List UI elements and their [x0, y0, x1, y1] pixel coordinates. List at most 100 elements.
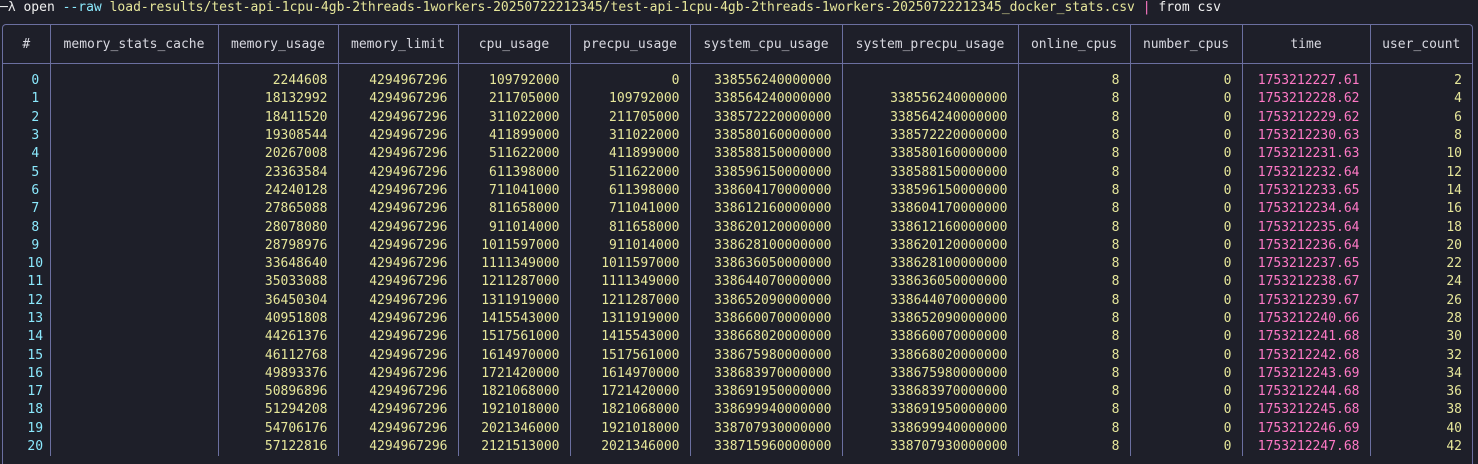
- table-cell-time: 1753212243.69: [1242, 364, 1371, 384]
- table-cell-online_cpus: 8: [1018, 273, 1131, 292]
- table-row: 0 2244608 4294967296 109792000 0 338556240000…: [3, 72, 1472, 91]
- command-flag: --raw: [62, 0, 102, 15]
- table-cell-precpu_usage: 1721420000: [570, 383, 691, 402]
- table-cell-system_cpu_usage: 338580160000000: [690, 126, 843, 146]
- table-cell-number_cpus: 0: [1130, 309, 1243, 329]
- table-cell-number_cpus: 0: [1130, 364, 1243, 384]
- table-cell-online_cpus: 8: [1018, 291, 1131, 310]
- table-cell-memory_usage: 54706176: [218, 419, 339, 438]
- command-line[interactable]: ─λ open --raw load-results/test-api-1cpu…: [0, 0, 1221, 17]
- table-cell-system_precpu_usage: 338556240000000: [842, 90, 1019, 109]
- table-cell-index: 13: [3, 309, 51, 329]
- table-cell-memory_usage: 50896896: [218, 383, 339, 402]
- table-cell-system_cpu_usage: 338588150000000: [690, 145, 843, 164]
- spacer-cell: [842, 63, 1019, 72]
- table-cell-memory_stats_cache: [50, 401, 219, 420]
- table-cell-user_count: 16: [1446, 201, 1462, 217]
- table-cell-memory_stats_cache: [50, 126, 219, 146]
- table-cell-index: 6: [3, 181, 51, 201]
- table-cell-cpu_usage: 1921018000: [458, 401, 571, 420]
- table-row: 11 35033088 4294967296 1211287000 1111349000…: [3, 273, 1472, 292]
- table-cell-cpu_usage: 1415543000: [458, 309, 571, 329]
- table-cell-system_cpu_usage: 338620120000000: [690, 218, 843, 237]
- table-cell-system_cpu_usage: 338636050000000: [690, 254, 843, 274]
- table-cell-system_cpu_usage: 338556240000000: [690, 72, 843, 91]
- pipe-symbol: |: [1142, 0, 1151, 15]
- table-cell-memory_limit: 4294967296: [338, 126, 459, 146]
- table-cell-memory_limit: 4294967296: [338, 181, 459, 201]
- table-cell-cpu_usage: 211705000: [458, 90, 571, 109]
- table-row: 17 50896896 4294967296 1821068000 1721420000…: [3, 383, 1472, 402]
- table-cell-precpu_usage: 1011597000: [570, 254, 691, 274]
- column-header: time: [1242, 25, 1371, 64]
- table-cell-system_precpu_usage: 338580160000000: [842, 145, 1019, 164]
- table-cell-system_precpu_usage: 338588150000000: [842, 163, 1019, 182]
- table-cell-memory_stats_cache: [50, 108, 219, 127]
- table-cell-user_count: 18: [1446, 219, 1462, 235]
- table-cell-time: 1753212228.62: [1242, 90, 1371, 109]
- table-cell-user_count: 10: [1446, 146, 1462, 162]
- table-cell-online_cpus: 8: [1018, 309, 1131, 329]
- table-cell-online_cpus: 8: [1018, 254, 1131, 274]
- table-cell-number_cpus: 0: [1130, 145, 1243, 164]
- table-cell-memory_stats_cache: [50, 273, 219, 292]
- table-cell-system_precpu_usage: 338564240000000: [842, 108, 1019, 127]
- spacer-cell: [3, 63, 51, 72]
- column-header: number_cpus: [1130, 25, 1243, 64]
- table-cell-time: 1753212237.65: [1242, 254, 1371, 274]
- column-header: cpu_usage: [458, 25, 571, 64]
- table-row: 14 44261376 4294967296 1517561000 1415543000…: [3, 328, 1472, 347]
- table-cell-memory_stats_cache: [50, 181, 219, 201]
- table-cell-time: 1753212245.68: [1242, 401, 1371, 420]
- table-row: 18 51294208 4294967296 1921018000 1821068000…: [3, 401, 1472, 420]
- table-row: 10 33648640 4294967296 1111349000 1011597000…: [3, 254, 1472, 274]
- table-cell-system_cpu_usage: 338675980000000: [690, 346, 843, 365]
- table-cell-memory_limit: 4294967296: [338, 163, 459, 182]
- table-cell-precpu_usage: 511622000: [570, 163, 691, 182]
- spacer-cell: [50, 63, 219, 72]
- table-cell-system_cpu_usage: 338564240000000: [690, 90, 843, 109]
- table-header-row: # memory_stats_cache memory_usage memory_li…: [3, 25, 1472, 64]
- table-cell-cpu_usage: 1821068000: [458, 383, 571, 402]
- table-cell-memory_usage: 40951808: [218, 309, 339, 329]
- table-cell-user_count: 12: [1446, 164, 1462, 180]
- table-cell-system_precpu_usage: 338660070000000: [842, 328, 1019, 347]
- table-cell-index: 20: [3, 437, 51, 457]
- table-cell-memory_stats_cache: [50, 236, 219, 255]
- table-cell-online_cpus: 8: [1018, 383, 1131, 402]
- table-cell-system_cpu_usage: 338699940000000: [690, 401, 843, 420]
- table-cell-memory_usage: 28798976: [218, 236, 339, 255]
- table-cell-time: 1753212234.64: [1242, 200, 1371, 219]
- table-cell-index: 11: [3, 273, 51, 292]
- command-tail: from csv: [1158, 0, 1221, 15]
- table-cell-memory_usage: 18411520: [218, 108, 339, 127]
- table-cell-user_count: 14: [1446, 182, 1462, 198]
- table-cell-system_precpu_usage: 338604170000000: [842, 200, 1019, 219]
- table-cell-memory_limit: 4294967296: [338, 218, 459, 237]
- table-cell-system_precpu_usage: 338683970000000: [842, 383, 1019, 402]
- table-cell-time: 1753212227.61: [1242, 72, 1371, 91]
- command-verb: open: [23, 0, 55, 15]
- table-cell-user_count: 40: [1446, 420, 1462, 436]
- table-cell-system_cpu_usage: 338707930000000: [690, 419, 843, 438]
- table-cell-precpu_usage: 1211287000: [570, 291, 691, 310]
- table-cell-memory_limit: 4294967296: [338, 309, 459, 329]
- table-cell-online_cpus: 8: [1018, 419, 1131, 438]
- table-cell-memory_usage: 24240128: [218, 181, 339, 201]
- table-cell-number_cpus: 0: [1130, 200, 1243, 219]
- table-cell-cpu_usage: 1011597000: [458, 236, 571, 255]
- table-cell-number_cpus: 0: [1130, 163, 1243, 182]
- table-cell-memory_usage: 28078080: [218, 218, 339, 237]
- table-cell-online_cpus: 8: [1018, 108, 1131, 127]
- column-header: system_precpu_usage: [842, 25, 1019, 64]
- table-cell-memory_stats_cache: [50, 72, 219, 91]
- table-cell-system_cpu_usage: 338572220000000: [690, 108, 843, 127]
- table-cell-memory_stats_cache: [50, 419, 219, 438]
- table-cell-time: 1753212242.68: [1242, 346, 1371, 365]
- table-cell-user_count: 2: [1454, 73, 1462, 89]
- table-cell-cpu_usage: 2021346000: [458, 419, 571, 438]
- table-cell-precpu_usage: 911014000: [570, 236, 691, 255]
- table-cell-number_cpus: 0: [1130, 346, 1243, 365]
- table-cell-time: 1753212229.62: [1242, 108, 1371, 127]
- table-cell-index: 14: [3, 328, 51, 347]
